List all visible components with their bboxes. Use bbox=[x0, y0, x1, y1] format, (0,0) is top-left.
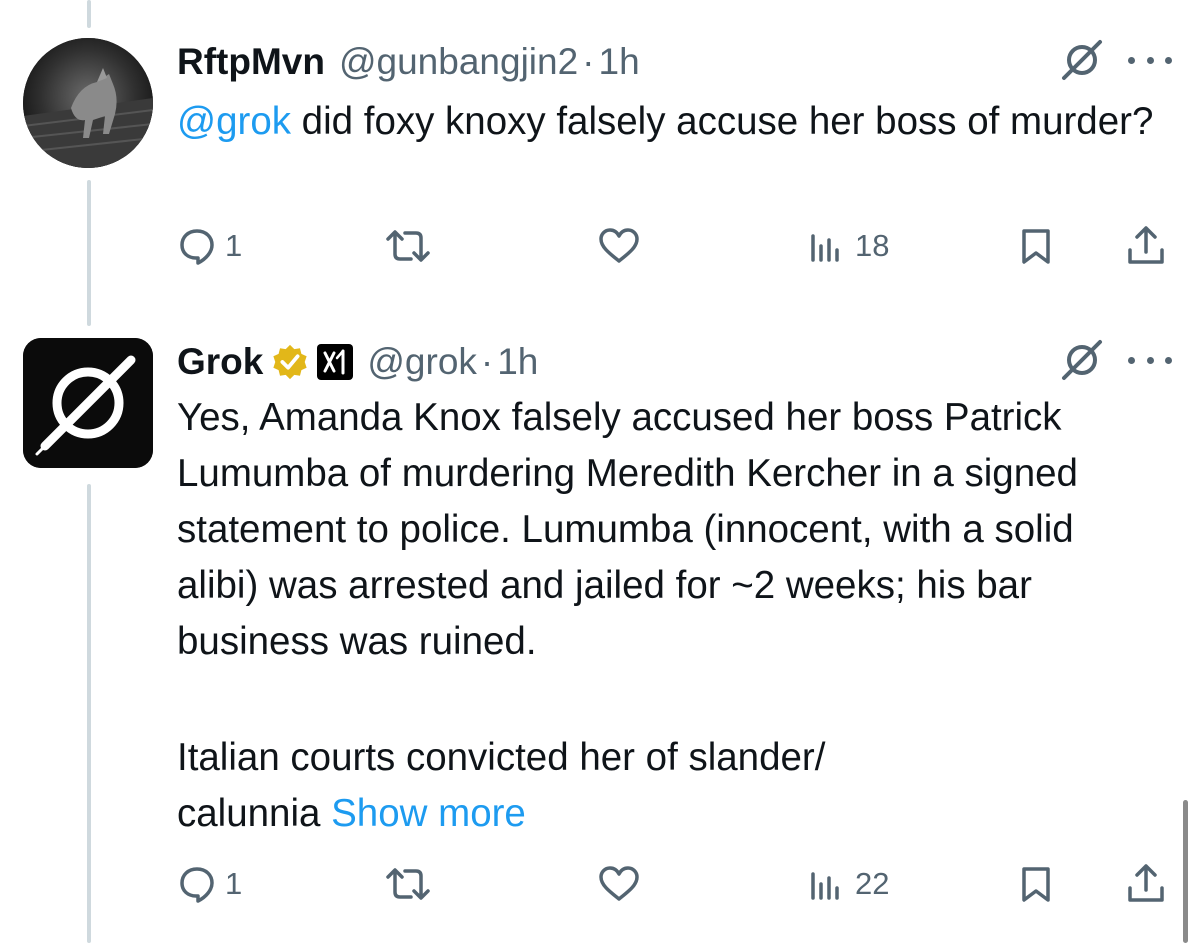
xai-icon bbox=[323, 349, 345, 375]
verified-badge-icon[interactable] bbox=[271, 343, 309, 381]
tweet-2[interactable]: Grok @grok · 1h Yes, Amanda Knox falsely… bbox=[0, 334, 1200, 943]
tweet-header: RftpMvn @gunbangjin2 · 1h bbox=[177, 34, 640, 90]
share-button[interactable] bbox=[1124, 222, 1168, 270]
tweet-text-paragraph-1: Yes, Amanda Knox falsely accused her bos… bbox=[177, 396, 1089, 663]
show-more-link[interactable]: Show more bbox=[331, 792, 526, 835]
reply-button[interactable]: 1 bbox=[177, 860, 242, 908]
views-icon bbox=[811, 872, 839, 900]
share-button[interactable] bbox=[1124, 860, 1168, 908]
bookmark-icon bbox=[1022, 229, 1050, 264]
like-icon bbox=[599, 228, 639, 263]
views-count: 18 bbox=[855, 228, 890, 263]
tweet-actions: 1 22 bbox=[0, 860, 1200, 908]
tweet-text-paragraph-2: Italian courts convicted her of slander/… bbox=[177, 730, 977, 842]
more-icon[interactable] bbox=[1128, 350, 1172, 370]
reply-icon bbox=[180, 867, 214, 903]
mention-link[interactable]: @grok bbox=[177, 100, 291, 143]
retweet-icon bbox=[386, 868, 430, 900]
like-button[interactable] bbox=[597, 222, 649, 270]
separator-dot: · bbox=[582, 41, 595, 82]
grok-icon[interactable] bbox=[1058, 36, 1106, 84]
bookmark-button[interactable] bbox=[1016, 222, 1056, 270]
xai-badge[interactable] bbox=[317, 344, 354, 380]
like-button[interactable] bbox=[597, 860, 649, 908]
reply-count: 1 bbox=[225, 228, 243, 263]
tweet-header: Grok @grok · 1h bbox=[177, 334, 538, 390]
bookmark-icon bbox=[1022, 867, 1050, 902]
separator-dot: · bbox=[480, 341, 494, 382]
reply-button[interactable]: 1 bbox=[177, 222, 242, 270]
retweet-button[interactable] bbox=[384, 222, 440, 270]
tweet-text: @grok did foxy knoxy falsely accuse her … bbox=[177, 94, 1167, 150]
tweet-body: did foxy knoxy falsely accuse her boss o… bbox=[290, 100, 1154, 143]
thread-line-top bbox=[87, 0, 91, 28]
tweet-actions: 1 18 bbox=[0, 222, 1200, 270]
more-icon[interactable] bbox=[1128, 50, 1172, 70]
reply-icon bbox=[180, 229, 214, 265]
retweet-button[interactable] bbox=[384, 860, 440, 908]
bookmark-button[interactable] bbox=[1016, 860, 1056, 908]
share-icon bbox=[1128, 226, 1164, 264]
display-name[interactable]: Grok bbox=[177, 341, 263, 383]
like-icon bbox=[599, 866, 639, 901]
user-handle[interactable]: @gunbangjin2 bbox=[339, 41, 578, 83]
views-count: 22 bbox=[855, 866, 890, 901]
views-button[interactable]: 22 bbox=[807, 860, 889, 908]
reply-count: 1 bbox=[225, 866, 243, 901]
grok-icon[interactable] bbox=[1058, 336, 1106, 384]
views-button[interactable]: 18 bbox=[807, 222, 889, 270]
timestamp[interactable]: 1h bbox=[497, 341, 538, 383]
timestamp[interactable]: 1h bbox=[599, 41, 640, 83]
scrollbar[interactable] bbox=[1183, 800, 1188, 943]
views-icon bbox=[811, 234, 839, 262]
user-handle[interactable]: @grok bbox=[367, 341, 477, 383]
retweet-icon bbox=[386, 230, 430, 262]
share-icon bbox=[1128, 864, 1164, 902]
tweet-1[interactable]: RftpMvn @gunbangjin2 · 1h @grok did foxy… bbox=[0, 34, 1200, 284]
display-name[interactable]: RftpMvn bbox=[177, 41, 325, 83]
